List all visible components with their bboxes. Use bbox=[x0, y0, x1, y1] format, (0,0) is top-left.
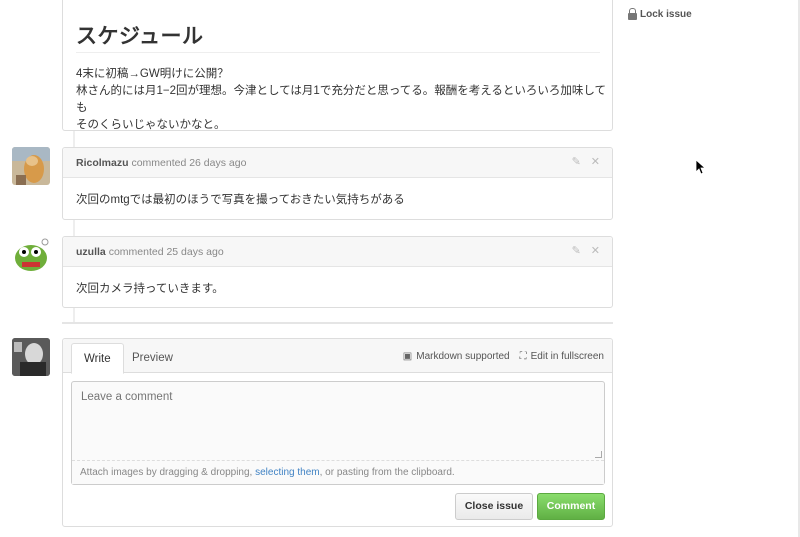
markdown-link[interactable]: ▣ Markdown supported bbox=[403, 351, 510, 362]
pencil-icon[interactable]: ✎ bbox=[572, 245, 581, 257]
comment-author[interactable]: Ricolmazu bbox=[76, 157, 129, 169]
issue-body: スケジュール 4末に初稿→GW明けに公開？ 林さん的には月1−2回が理想。今津と… bbox=[62, 0, 613, 131]
issue-line: そのくらいじゃないかなと。 bbox=[76, 119, 226, 131]
comment-meta: uzulla commented 25 days ago bbox=[76, 246, 224, 258]
comment-time[interactable]: commented 25 days ago bbox=[109, 246, 224, 258]
close-issue-button[interactable]: Close issue bbox=[455, 493, 533, 520]
comment-textarea[interactable] bbox=[72, 382, 604, 460]
comment-header: uzulla commented 25 days ago ✎ ✕ bbox=[63, 237, 612, 267]
avatar[interactable] bbox=[12, 236, 50, 274]
comment-button[interactable]: Comment bbox=[537, 493, 605, 520]
mouse-cursor-icon bbox=[696, 160, 706, 175]
comment-header: Ricolmazu commented 26 days ago ✎ ✕ bbox=[63, 148, 612, 178]
select-files-link[interactable]: selecting them bbox=[255, 467, 319, 478]
fullscreen-icon: ⛶ bbox=[519, 351, 527, 362]
fullscreen-label: Edit in fullscreen bbox=[530, 351, 604, 362]
comment: Ricolmazu commented 26 days ago ✎ ✕ 次回のm… bbox=[62, 147, 613, 220]
issue-text: 4末に初稿→GW明けに公開？ 林さん的には月1−2回が理想。今津としては月1で充… bbox=[76, 66, 612, 134]
comment-body: 次回のmtgでは最初のほうで写真を撮っておきたい気持ちがある bbox=[76, 194, 405, 206]
timeline-connector bbox=[73, 131, 75, 147]
lock-icon bbox=[628, 8, 637, 20]
pencil-icon[interactable]: ✎ bbox=[572, 156, 581, 168]
comment-author[interactable]: uzulla bbox=[76, 246, 106, 258]
markdown-icon: ▣ bbox=[402, 351, 413, 362]
markdown-label: Markdown supported bbox=[416, 351, 510, 362]
avatar[interactable] bbox=[12, 147, 50, 185]
issue-line: 4末に初稿→GW明けに公開？ bbox=[76, 68, 229, 80]
comment: uzulla commented 25 days ago ✎ ✕ 次回カメラ持っ… bbox=[62, 236, 613, 308]
timeline-connector bbox=[73, 220, 75, 236]
heading-rule bbox=[76, 52, 600, 53]
issue-heading: スケジュール bbox=[76, 25, 204, 48]
close-icon[interactable]: ✕ bbox=[591, 245, 600, 257]
comment-time[interactable]: commented 26 days ago bbox=[131, 157, 246, 169]
tab-write[interactable]: Write bbox=[71, 343, 124, 374]
fullscreen-link[interactable]: ⛶ Edit in fullscreen bbox=[520, 351, 604, 362]
comment-body: 次回カメラ持っていきます。 bbox=[76, 283, 224, 295]
lock-issue-label: Lock issue bbox=[640, 8, 692, 20]
comment-textarea-wrapper: Attach images by dragging & dropping, se… bbox=[71, 381, 605, 485]
tab-preview[interactable]: Preview bbox=[120, 343, 185, 374]
tab-nav: Write Preview ▣ Markdown supported ⛶ Edit … bbox=[63, 339, 612, 374]
resize-handle[interactable] bbox=[595, 451, 602, 458]
drag-drop-hint: Attach images by dragging & dropping, se… bbox=[72, 460, 604, 484]
new-comment-form: Write Preview ▣ Markdown supported ⛶ Edit … bbox=[62, 338, 613, 527]
avatar[interactable] bbox=[12, 338, 50, 376]
timeline-connector bbox=[73, 308, 75, 322]
close-icon[interactable]: ✕ bbox=[591, 156, 600, 168]
timeline-divider bbox=[62, 322, 613, 324]
lock-issue-link[interactable]: Lock issue bbox=[628, 8, 692, 20]
issue-line: 林さん的には月1−2回が理想。今津としては月1で充分だと思ってる。報酬を考えると… bbox=[76, 85, 607, 114]
comment-meta: Ricolmazu commented 26 days ago bbox=[76, 157, 246, 169]
